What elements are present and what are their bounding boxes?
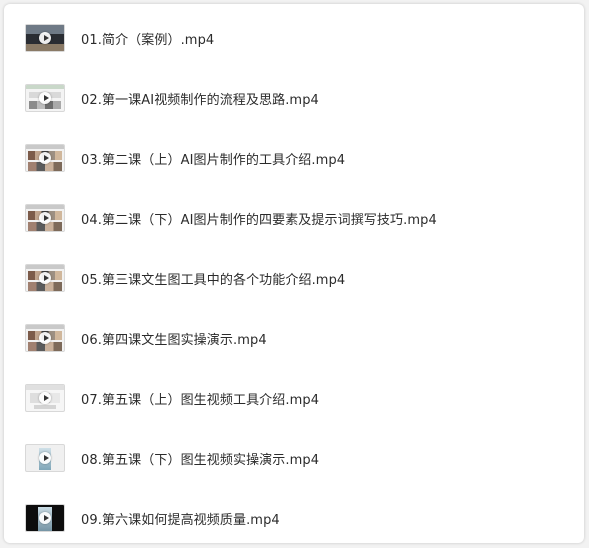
play-icon	[39, 392, 51, 404]
video-thumbnail-icon	[25, 24, 65, 52]
file-row[interactable]: 01.简介（案例）.mp4	[4, 8, 584, 68]
file-name: 03.第二课（上）AI图片制作的工具介绍.mp4	[81, 152, 346, 168]
video-thumbnail-icon	[25, 444, 65, 472]
file-row[interactable]: 08.第五课（下）图生视频实操演示.mp4	[4, 428, 584, 488]
video-thumbnail-icon	[25, 264, 65, 292]
play-icon	[39, 332, 51, 344]
file-row[interactable]: 07.第五课（上）图生视频工具介绍.mp4	[4, 368, 584, 428]
file-row[interactable]: 03.第二课（上）AI图片制作的工具介绍.mp4	[4, 128, 584, 188]
file-name: 01.简介（案例）.mp4	[81, 32, 215, 48]
file-row[interactable]: 06.第四课文生图实操演示.mp4	[4, 308, 584, 368]
file-row[interactable]: 05.第三课文生图工具中的各个功能介绍.mp4	[4, 248, 584, 308]
file-name: 07.第五课（上）图生视频工具介绍.mp4	[81, 392, 320, 408]
play-icon	[39, 272, 51, 284]
file-name: 09.第六课如何提高视频质量.mp4	[81, 512, 280, 528]
file-row[interactable]: 04.第二课（下）AI图片制作的四要素及提示词撰写技巧.mp4	[4, 188, 584, 248]
file-name: 05.第三课文生图工具中的各个功能介绍.mp4	[81, 272, 346, 288]
play-icon	[39, 512, 51, 524]
play-icon	[39, 452, 51, 464]
play-icon	[39, 152, 51, 164]
video-thumbnail-icon	[25, 84, 65, 112]
file-list-panel: 01.简介（案例）.mp4 02.第一课AI视频制作的流程及思路.mp4 03.…	[4, 4, 584, 543]
play-icon	[39, 212, 51, 224]
file-name: 04.第二课（下）AI图片制作的四要素及提示词撰写技巧.mp4	[81, 212, 437, 228]
video-thumbnail-icon	[25, 144, 65, 172]
video-thumbnail-icon	[25, 504, 65, 532]
play-icon	[39, 92, 51, 104]
file-name: 02.第一课AI视频制作的流程及思路.mp4	[81, 92, 319, 108]
video-thumbnail-icon	[25, 204, 65, 232]
video-thumbnail-icon	[25, 384, 65, 412]
file-name: 06.第四课文生图实操演示.mp4	[81, 332, 267, 348]
file-row[interactable]: 09.第六课如何提高视频质量.mp4	[4, 488, 584, 548]
play-icon	[39, 32, 51, 44]
video-thumbnail-icon	[25, 324, 65, 352]
file-row[interactable]: 02.第一课AI视频制作的流程及思路.mp4	[4, 68, 584, 128]
file-name: 08.第五课（下）图生视频实操演示.mp4	[81, 452, 320, 468]
